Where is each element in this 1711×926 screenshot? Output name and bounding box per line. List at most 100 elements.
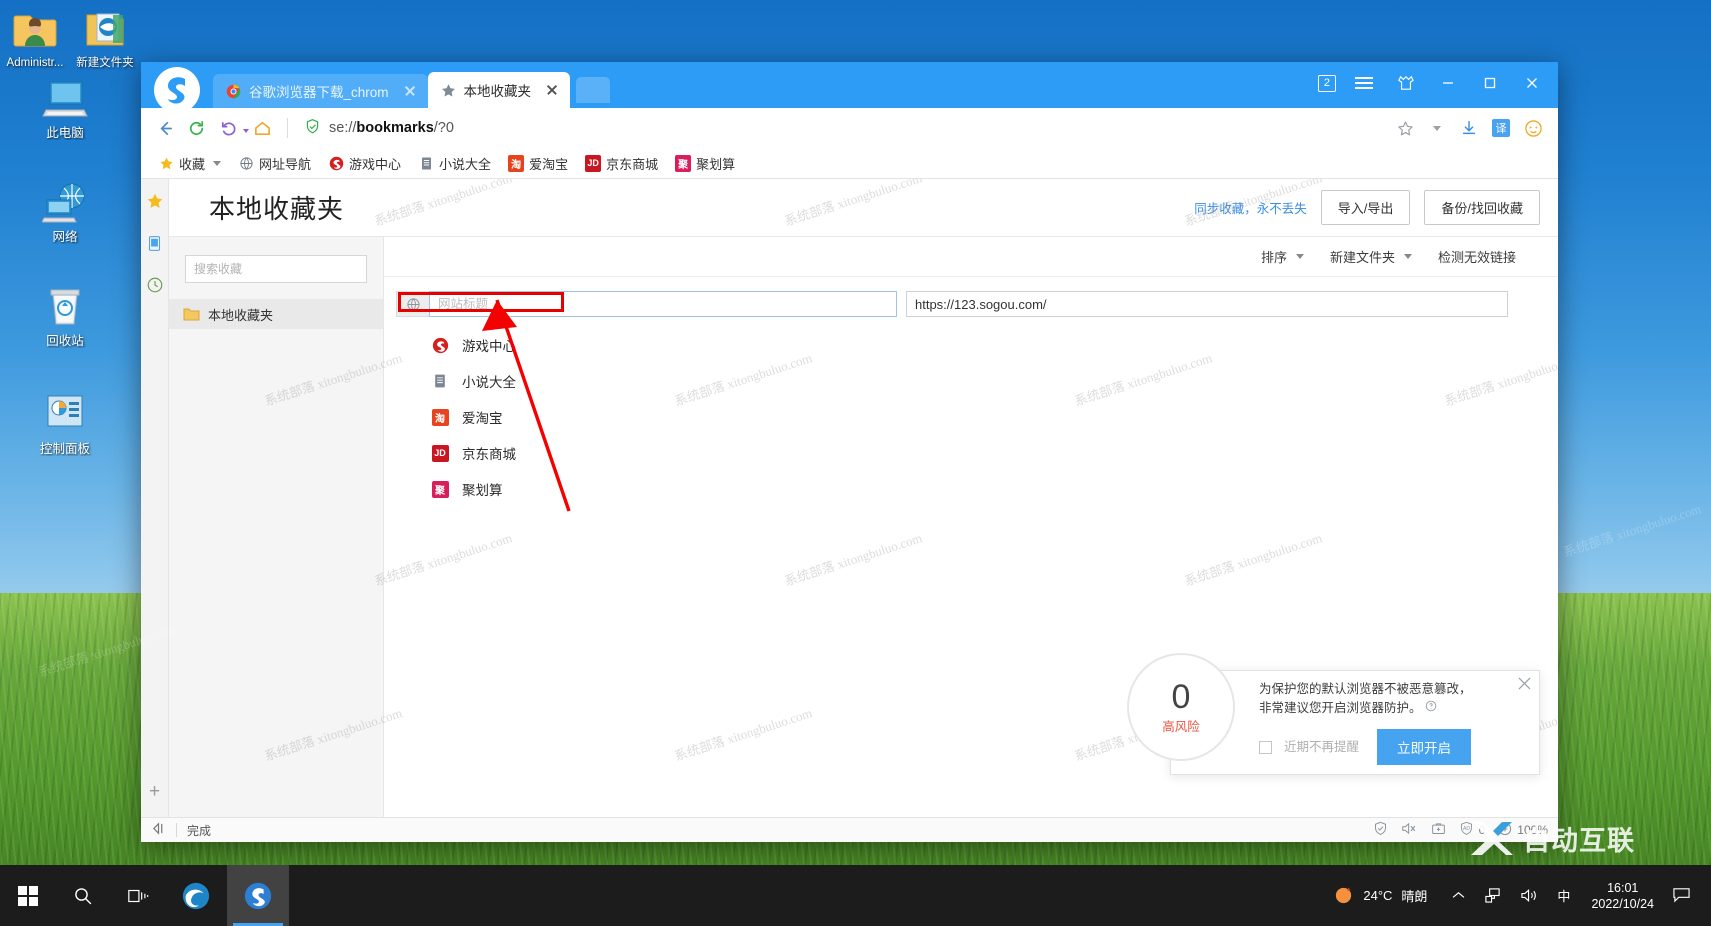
bookmark-row-game[interactable]: 游戏中心 [384,327,1558,363]
desktop-icon-administrator[interactable]: Administr... [0,4,70,76]
desktop-icon-control-panel[interactable]: 控制面板 [11,388,119,462]
desktop-icon-label: 网络 [52,230,78,244]
bookmark-row-juhuasuan[interactable]: 聚 聚划算 [384,471,1558,507]
bookmark-title-input[interactable] [429,291,897,317]
desktop-icon-this-pc[interactable]: 此电脑 [11,72,119,146]
juhuasuan-icon: 聚 [431,480,449,498]
taskbar-clock[interactable]: 16:01 2022/10/24 [1579,880,1666,912]
bookmark-row-jd[interactable]: JD 京东商城 [384,435,1558,471]
close-button[interactable] [1512,68,1552,98]
bookmark-row-taobao[interactable]: 淘 爱淘宝 [384,399,1558,435]
tab-close-icon[interactable] [402,83,418,99]
check-dead-links-button[interactable]: 检测无效链接 [1438,247,1516,266]
bookmark-bar-item-game[interactable]: 游戏中心 [321,151,408,176]
this-pc-icon [13,76,117,122]
action-center-icon[interactable] [1666,886,1703,906]
hamburger-icon [1355,77,1373,89]
watermark: 系统部落 xitongbuluo.com [1561,501,1703,560]
bookmark-bar-label: 京东商城 [606,156,659,172]
menu-button[interactable] [1344,68,1384,98]
browser-titlebar: 谷歌浏览器下载_chrom 本地收藏夹 2 [141,62,1558,113]
desktop-icon-new-folder[interactable]: 新建文件夹 [70,4,140,76]
bookmark-star-icon[interactable] [1390,113,1420,143]
folder-item-local[interactable]: 本地收藏夹 [169,299,383,329]
risk-score: 0 [1171,677,1191,716]
bookmark-row-novel[interactable]: 小说大全 [384,363,1558,399]
clock-date: 2022/10/24 [1591,896,1654,911]
status-left: 完成 [151,822,211,839]
download-icon[interactable] [1454,113,1484,143]
desktop-icon-network[interactable]: 网络 [11,176,119,250]
back-button[interactable] [149,113,179,143]
browser-tab-bookmarks[interactable]: 本地收藏夹 [427,72,571,108]
sogou-s-icon [431,336,449,354]
security-shield-icon[interactable] [1373,821,1388,839]
bookmark-bar-item-jd[interactable]: JD 京东商城 [578,151,665,176]
add-panel-button[interactable]: + [149,781,160,803]
browser-window: 谷歌浏览器下载_chrom 本地收藏夹 2 se://bookmarks/?0 … [141,62,1558,842]
page-title: 本地收藏夹 [209,194,345,224]
translate-icon[interactable]: 译 [1486,113,1516,143]
jd-icon: JD [431,444,449,462]
grass-decoration [0,748,12,865]
import-export-button[interactable]: 导入/导出 [1320,190,1411,225]
bookmark-bar-item-favorites[interactable]: 收藏 [151,151,228,176]
mute-icon[interactable] [1401,821,1418,839]
weather-temperature: 24°C [1363,888,1393,903]
volume-icon[interactable] [1511,887,1548,904]
dont-remind-checkbox[interactable] [1259,740,1272,754]
weather-widget[interactable]: 24°C 晴朗 [1317,884,1443,908]
new-folder-button[interactable]: 新建文件夹 [1330,247,1412,266]
reload-button[interactable] [181,113,211,143]
browser-tab-chrome-download[interactable]: 谷歌浏览器下载_chrom [213,74,428,108]
network-icon[interactable] [1474,887,1511,904]
bookmark-url-input[interactable] [906,291,1508,317]
task-view-icon[interactable] [110,865,165,926]
taskbar-app-edge[interactable] [165,865,227,926]
sidebar-item-mobile[interactable] [145,233,165,253]
bookmark-dropdown-caret-icon[interactable] [1422,113,1452,143]
user-folder-icon [2,8,68,52]
help-icon[interactable] [1425,699,1437,718]
jd-icon: JD [585,154,602,172]
toolbar-divider [287,118,288,138]
chevron-down-icon[interactable] [213,160,222,166]
skin-button[interactable] [1386,68,1426,98]
sidebar-item-history[interactable] [145,275,165,295]
history-back-button[interactable] [213,113,243,143]
zoom-control[interactable]: 100% [1498,822,1548,839]
search-icon[interactable] [55,865,110,926]
tab-count-badge[interactable]: 2 [1317,74,1336,92]
star-icon [440,82,457,99]
search-input[interactable] [185,255,367,283]
maximize-button[interactable] [1470,68,1510,98]
new-tab-button[interactable] [576,77,611,103]
notification-close-icon[interactable] [1518,677,1531,693]
user-profile-icon[interactable] [1518,113,1548,143]
taskbar-app-sogou-browser[interactable] [227,865,289,926]
home-button[interactable] [247,113,277,143]
sidebar-item-favorites[interactable] [145,191,165,211]
ime-indicator[interactable]: 中 [1548,886,1579,905]
bookmark-bar-item-novel[interactable]: 小说大全 [411,151,498,176]
sidebar-collapse-icon[interactable] [151,822,166,838]
tray-expand-icon[interactable] [1443,891,1474,900]
toolbox-icon[interactable] [1431,821,1446,839]
tab-close-icon[interactable] [544,82,560,98]
sort-button[interactable]: 排序 [1261,247,1304,266]
control-panel-icon [13,392,117,438]
tab-title: 谷歌浏览器下载_chrom [249,85,389,100]
desktop-icon-recycle-bin[interactable]: 回收站 [11,280,119,354]
address-bar[interactable]: se://bookmarks/?0 [298,113,1388,143]
start-button[interactable] [0,865,55,926]
backup-restore-button[interactable]: 备份/找回收藏 [1424,190,1540,225]
header-actions: 同步收藏，永不丢失 导入/导出 备份/找回收藏 [1194,190,1540,225]
bookmark-bar-item-nav[interactable]: 网址导航 [231,151,318,176]
minimize-button[interactable] [1428,68,1468,98]
bookmark-bar-item-taobao[interactable]: 淘 爱淘宝 [501,151,575,176]
clock-time: 16:01 [1607,880,1639,895]
enable-protection-button[interactable]: 立即开启 [1377,729,1472,765]
bookmark-bar-item-juhuasuan[interactable]: 聚 聚划算 [668,151,742,176]
ad-blocker-status[interactable]: AD 0 [1459,821,1485,839]
sync-favorites-link[interactable]: 同步收藏，永不丢失 [1194,198,1307,217]
